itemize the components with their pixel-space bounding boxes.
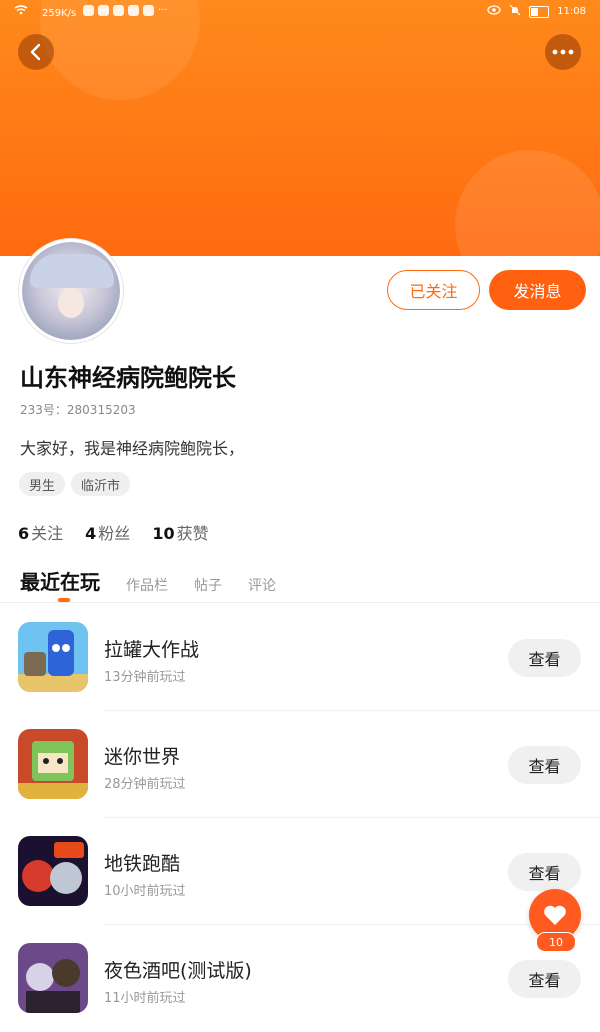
game-icon [18, 836, 88, 906]
stat-count: 10 [152, 524, 175, 543]
app-notification-icon [143, 5, 154, 16]
app-notification-icon [98, 5, 109, 16]
tab-posts[interactable]: 帖子 [194, 575, 222, 595]
view-button[interactable]: 查看 [508, 960, 581, 998]
tag-city: 临沂市 [71, 472, 131, 496]
avatar[interactable] [19, 239, 123, 343]
game-icon [18, 729, 88, 799]
status-right: 11:08 [487, 4, 586, 19]
profile-name: 山东神经病院鲍院长 [20, 364, 236, 392]
more-notifications-icon: ··· [158, 5, 168, 16]
game-played-time: 10小时前玩过 [104, 884, 186, 899]
game-icon [18, 622, 88, 692]
game-title: 拉罐大作战 [104, 639, 200, 661]
list-item[interactable]: 迷你世界 28分钟前玩过 查看 [0, 711, 600, 818]
send-message-button[interactable]: 发消息 [489, 270, 586, 310]
stat-label: 获赞 [176, 524, 209, 543]
decor-bubble [455, 150, 600, 256]
app-notification-icon [113, 5, 124, 16]
stat-count: 6 [18, 524, 30, 543]
heart-icon [544, 905, 566, 925]
tab-comments[interactable]: 评论 [248, 575, 276, 595]
mute-bell-icon [509, 4, 521, 19]
chevron-left-icon [30, 43, 41, 61]
view-button[interactable]: 查看 [508, 746, 581, 784]
like-count-badge: 10 [536, 932, 576, 952]
status-bar: 259K/s ··· 11:08 [0, 0, 600, 26]
battery-icon [529, 5, 550, 18]
game-icon [18, 943, 88, 1013]
divider [0, 602, 600, 603]
network-speed: 259K/s [42, 8, 77, 19]
game-played-time: 13分钟前玩过 [104, 670, 186, 685]
notification-icons: ··· [83, 5, 168, 16]
eye-icon [487, 5, 501, 18]
game-title: 迷你世界 [104, 746, 181, 768]
profile-uid: 233号：280315203 [20, 403, 136, 417]
more-button[interactable] [545, 34, 581, 70]
list-item[interactable]: 拉罐大作战 13分钟前玩过 查看 [0, 604, 600, 711]
list-item[interactable]: 地铁跑酷 10小时前玩过 查看 [0, 818, 600, 925]
list-item[interactable]: 夜色酒吧(测试版) 11小时前玩过 查看 [0, 925, 600, 1032]
app-notification-icon [128, 5, 139, 16]
tag-gender: 男生 [19, 472, 66, 496]
clock: 11:08 [557, 6, 586, 17]
stat-label: 关注 [31, 524, 64, 543]
stat-following[interactable]: 6 关注 [18, 520, 63, 544]
profile-stats: 6 关注 4 粉丝 10 获赞 [18, 520, 209, 544]
tab-recently-played[interactable]: 最近在玩 [20, 566, 100, 602]
stat-count: 4 [85, 524, 97, 543]
game-title: 夜色酒吧(测试版) [104, 960, 252, 982]
more-dots-icon [552, 49, 574, 55]
profile-tabs: 最近在玩 作品栏 帖子 评论 [20, 566, 276, 602]
avatar-image [22, 242, 120, 340]
profile-bio: 大家好，我是神经病院鲍院长， [20, 439, 245, 458]
game-played-time: 11小时前玩过 [104, 991, 186, 1006]
stat-likes[interactable]: 10 获赞 [152, 520, 208, 544]
view-button[interactable]: 查看 [508, 639, 581, 677]
wifi-icon [14, 5, 28, 18]
tab-works[interactable]: 作品栏 [126, 575, 168, 595]
game-title: 地铁跑酷 [104, 853, 181, 875]
view-button[interactable]: 查看 [508, 853, 581, 891]
game-played-time: 28分钟前玩过 [104, 777, 186, 792]
following-button[interactable]: 已关注 [387, 270, 480, 310]
stat-label: 粉丝 [98, 524, 131, 543]
stat-followers[interactable]: 4 粉丝 [85, 520, 130, 544]
back-button[interactable] [18, 34, 54, 70]
app-notification-icon [83, 5, 94, 16]
profile-header-banner: 259K/s ··· 11:08 [0, 0, 600, 256]
profile-tags: 男生 临沂市 [19, 472, 131, 496]
